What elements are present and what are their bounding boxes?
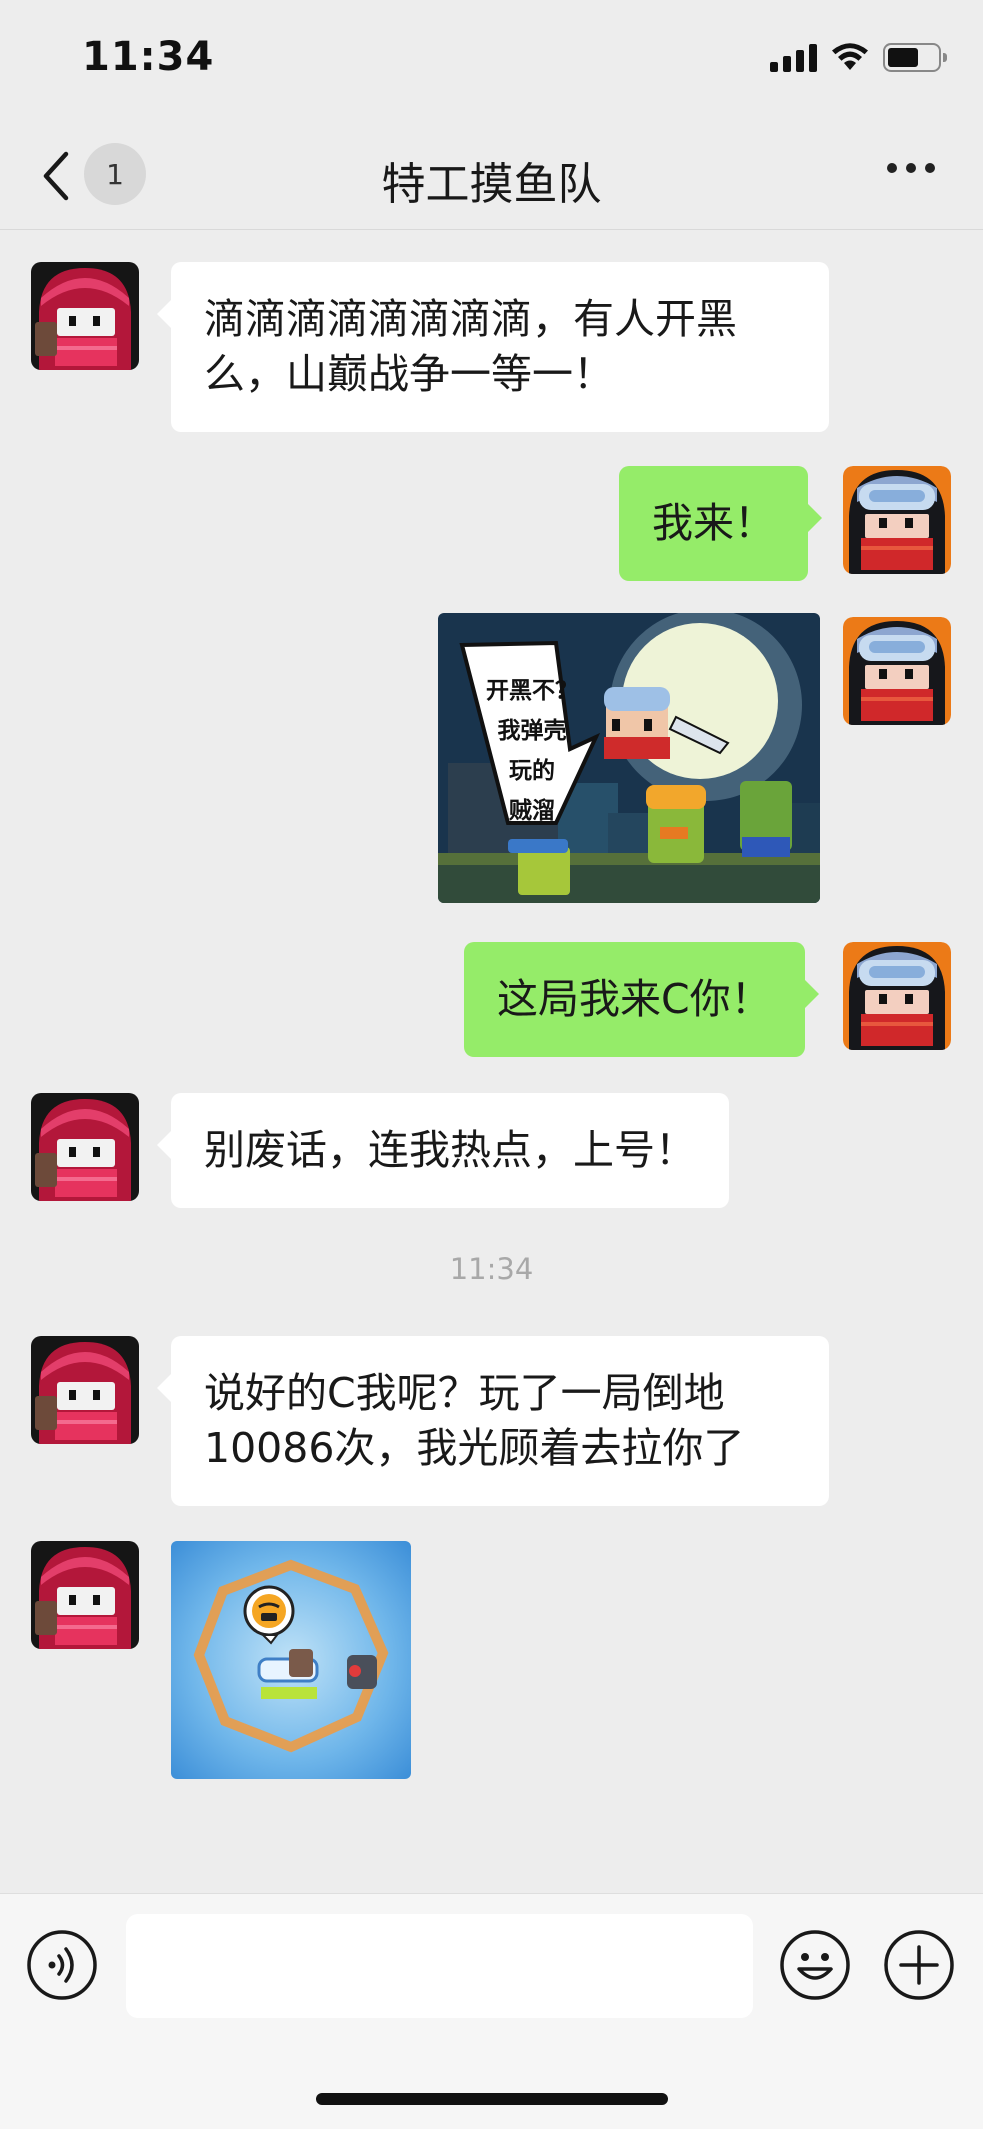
message-bubble[interactable]: 说好的C我呢？玩了一局倒地10086次，我光顾着去拉你了 (157, 1336, 829, 1506)
cellular-signal-icon (770, 42, 817, 72)
comic-text-line: 玩的 (509, 758, 555, 784)
avatar-red-ninja[interactable] (31, 1541, 139, 1649)
comic-text-line: 贼溜 (509, 798, 555, 824)
avatar-red-ninja[interactable] (31, 1093, 139, 1201)
avatar-orange-ninja[interactable] (843, 617, 951, 725)
comic-speech-bubble: 开黑不？ 我弹壳 玩的 贼溜 (472, 671, 592, 831)
message-bubble[interactable]: 滴滴滴滴滴滴滴滴，有人开黑么，山巅战争一等一！ (157, 262, 829, 432)
message-bubble[interactable]: 别废话，连我热点，上号！ (157, 1093, 729, 1208)
message-input[interactable] (126, 1914, 753, 2018)
status-bar: 11:34 (0, 0, 983, 120)
comic-image[interactable]: 开黑不？ 我弹壳 玩的 贼溜 (438, 613, 820, 903)
emoji-icon[interactable] (779, 1929, 851, 2001)
status-icons (770, 42, 947, 72)
voice-icon[interactable] (26, 1929, 98, 2001)
plus-icon[interactable] (883, 1929, 955, 2001)
home-indicator[interactable] (316, 2093, 668, 2105)
message-bubble[interactable]: 这局我来C你！ (464, 942, 819, 1057)
game-illustration (171, 1541, 411, 1779)
avatar-orange-ninja[interactable] (843, 466, 951, 574)
wifi-icon (832, 43, 868, 70)
avatar-red-ninja[interactable] (31, 1336, 139, 1444)
message-bubble[interactable]: 我来！ (619, 466, 822, 581)
game-screenshot-image[interactable] (171, 1541, 411, 1779)
status-time: 11:34 (82, 34, 215, 80)
comic-text-line: 开黑不？ (486, 678, 578, 704)
chat-title: 特工摸鱼队 (381, 159, 602, 210)
avatar-orange-ninja[interactable] (843, 942, 951, 1050)
chat-timestamp: 11:34 (449, 1252, 534, 1286)
comic-text-line: 我弹壳 (497, 718, 567, 744)
avatar-red-ninja[interactable] (31, 262, 139, 370)
more-icon[interactable] (887, 163, 935, 173)
battery-icon (883, 42, 947, 72)
